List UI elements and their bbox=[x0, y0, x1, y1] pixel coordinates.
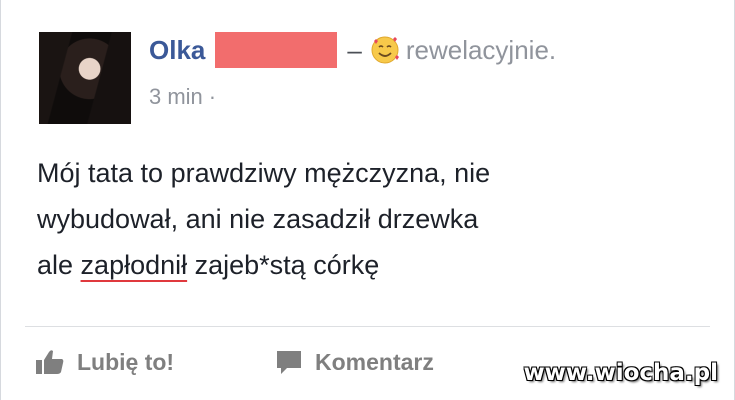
post-body: Mój tata to prawdziwy mężczyzna, nie wyb… bbox=[37, 150, 677, 288]
line3-prefix: ale bbox=[37, 250, 81, 280]
comment-button[interactable]: Komentarz bbox=[275, 342, 434, 382]
site-watermark: www.wiocha.pl bbox=[523, 360, 718, 386]
redacted-surname-block bbox=[215, 32, 338, 68]
like-label: Lubię to! bbox=[77, 348, 175, 375]
avatar[interactable] bbox=[39, 32, 131, 124]
thumbs-up-icon bbox=[36, 350, 64, 374]
avatar-photo bbox=[39, 32, 131, 124]
post-timestamp[interactable]: 3 min · bbox=[149, 84, 216, 110]
post-body-line-1: Mój tata to prawdziwy mężczyzna, nie bbox=[37, 158, 491, 188]
feeling-text: rewelacyjnie. bbox=[405, 34, 557, 65]
post-header: Olka – rewelacyjnie. bbox=[149, 30, 556, 70]
speech-bubble-icon bbox=[277, 351, 301, 374]
author-name[interactable]: Olka bbox=[149, 35, 205, 66]
facebook-post-card: Olka – rewelacyjnie. 3 min · Mój tata to … bbox=[0, 0, 735, 400]
like-button[interactable]: Lubię to! bbox=[35, 342, 174, 382]
privacy-dot: · bbox=[208, 84, 217, 109]
smiling-face-with-hearts-icon bbox=[370, 35, 400, 65]
action-bar-divider bbox=[25, 326, 710, 327]
timestamp-text: 3 min bbox=[149, 84, 203, 109]
comment-label: Komentarz bbox=[315, 348, 434, 375]
post-body-line-2: wybudował, ani nie zasadził drzewka bbox=[37, 204, 479, 234]
spellcheck-underlined-word: zapłodnił bbox=[80, 250, 188, 280]
feeling-separator: – bbox=[347, 34, 362, 65]
post-body-line-3: ale zapłodnił zajeb*stą córkę bbox=[37, 242, 677, 288]
line3-suffix: zajeb*stą córkę bbox=[187, 250, 380, 280]
